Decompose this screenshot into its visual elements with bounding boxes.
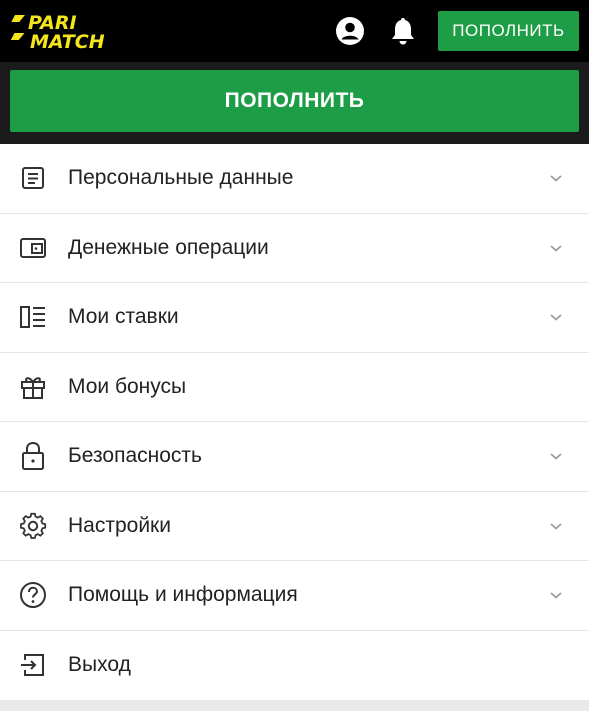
lock-icon <box>18 441 48 471</box>
logo-text-bottom: MATCH <box>30 31 105 51</box>
menu-item-money-operations[interactable]: Денежные операции <box>0 214 589 283</box>
bet-slip-icon <box>18 302 48 332</box>
menu-item-label: Мои бонусы <box>68 374 187 398</box>
menu-item-label: Мои ставки <box>68 305 179 329</box>
chevron-down-icon <box>550 245 562 252</box>
menu-item-my-bonuses[interactable]: Мои бонусы <box>0 353 589 422</box>
menu-item-security[interactable]: Безопасность <box>0 422 589 492</box>
parimatch-logo[interactable]: PARI MATCH <box>10 11 126 51</box>
document-icon <box>18 163 48 193</box>
menu-item-personal-data[interactable]: Персональные данные <box>0 144 589 214</box>
menu-item-logout[interactable]: Выход <box>0 631 589 701</box>
menu-item-label: Безопасность <box>68 444 202 468</box>
account-menu: Персональные данные Денежные операции Мо… <box>0 144 589 700</box>
deposit-section: ПОПОЛНИТЬ <box>0 62 589 144</box>
user-circle-icon <box>336 17 364 45</box>
bottom-strip <box>0 700 589 711</box>
menu-item-my-bets[interactable]: Мои ставки <box>0 283 589 353</box>
chevron-down-icon <box>550 175 562 182</box>
gift-icon <box>18 372 48 402</box>
top-bar: PARI MATCH ПОПОЛНИТЬ <box>0 0 589 62</box>
header-deposit-button[interactable]: ПОПОЛНИТЬ <box>438 11 579 51</box>
help-icon <box>18 580 48 610</box>
chevron-down-icon <box>550 592 562 599</box>
wallet-icon <box>18 233 48 263</box>
notifications-button[interactable] <box>386 14 420 48</box>
menu-item-settings[interactable]: Настройки <box>0 492 589 561</box>
chevron-down-icon <box>550 314 562 321</box>
menu-item-label: Денежные операции <box>68 235 269 259</box>
deposit-button[interactable]: ПОПОЛНИТЬ <box>10 70 579 132</box>
bell-icon <box>392 18 414 45</box>
profile-button[interactable] <box>333 14 367 48</box>
menu-item-label: Персональные данные <box>68 166 294 190</box>
menu-item-help[interactable]: Помощь и информация <box>0 561 589 631</box>
gear-icon <box>18 511 48 541</box>
menu-item-label: Выход <box>68 653 131 677</box>
menu-item-label: Помощь и информация <box>68 583 298 607</box>
chevron-down-icon <box>550 523 562 530</box>
logout-icon <box>18 650 48 680</box>
chevron-down-icon <box>550 453 562 460</box>
menu-item-label: Настройки <box>68 513 171 537</box>
